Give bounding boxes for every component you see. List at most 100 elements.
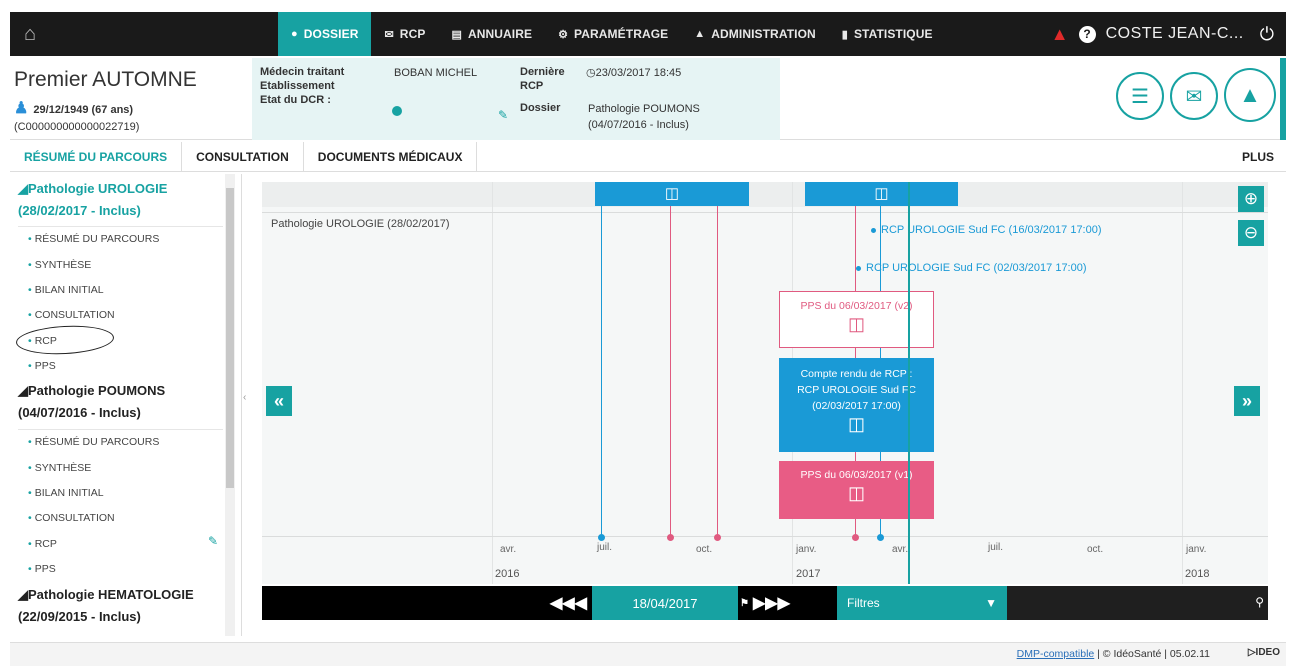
pdf-icon: ◫: [847, 483, 865, 503]
nav-administration[interactable]: ▲ ADMINISTRATION: [681, 12, 829, 56]
patient-id: (C000000000000022719): [14, 121, 140, 133]
nav-label: DOSSIER: [303, 27, 359, 41]
document-bar[interactable]: ◫: [595, 182, 749, 206]
filter-dropdown[interactable]: Filtres ▼: [837, 586, 1007, 620]
axis-year: 2018: [1185, 568, 1210, 580]
group-date: (04/07/2016 - Inclus): [18, 405, 141, 420]
scrollbar-thumb[interactable]: [226, 188, 234, 488]
event-dot[interactable]: [598, 534, 605, 541]
nav-label: PARAMÉTRAGE: [574, 27, 669, 41]
rcp-event[interactable]: RCP UROLOGIE Sud FC (02/03/2017 17:00): [856, 262, 1087, 274]
event-dot[interactable]: [667, 534, 674, 541]
event-dot[interactable]: [852, 534, 859, 541]
sidebar-item-resume[interactable]: • RÉSUMÉ DU PARCOURS: [28, 233, 159, 245]
scroll-left-button[interactable]: «: [266, 386, 292, 416]
card-title: PPS du 06/03/2017 (v1): [800, 469, 913, 481]
hand-drawn-circle: [15, 323, 115, 357]
sidebar-item-pps[interactable]: • PPS: [28, 563, 56, 575]
rcp-event-label: RCP UROLOGIE Sud FC (16/03/2017 17:00): [881, 224, 1102, 236]
pps-v2-card[interactable]: PPS du 06/03/2017 (v2) ◫: [779, 291, 934, 348]
help-icon[interactable]: ?: [1078, 25, 1096, 43]
sidebar-item-pps[interactable]: • PPS: [28, 360, 56, 372]
sidebar-item-consultation[interactable]: • CONSULTATION: [28, 512, 115, 524]
etat-label: Etat du DCR :: [260, 94, 331, 106]
sidebar-item-bilan[interactable]: • BILAN INITIAL: [28, 284, 104, 296]
card-line: Compte rendu de RCP :: [800, 368, 913, 380]
power-icon[interactable]: ⏻: [1260, 24, 1274, 45]
pdf-icon: ◫: [847, 314, 865, 334]
event-dot[interactable]: [877, 534, 884, 541]
document-bar[interactable]: ◫: [805, 182, 958, 206]
ideo-logo: ▷IDEO: [1247, 647, 1280, 658]
axis-year: 2017: [796, 568, 821, 580]
forward-button[interactable]: ⚑ ▶▶▶: [740, 586, 790, 620]
sidebar-item-synthese[interactable]: • SYNTHÈSE: [28, 462, 91, 474]
nav-annuaire[interactable]: ▤ ANNUAIRE: [438, 12, 545, 56]
chat-icon: ✉: [384, 28, 394, 41]
edit-icon[interactable]: ✎: [498, 108, 508, 122]
dmp-link[interactable]: DMP-compatible: [1017, 648, 1095, 660]
event-line: [670, 206, 671, 538]
zoom-in-button[interactable]: ⊕: [1238, 186, 1264, 212]
person-icon: ♟: [14, 100, 29, 117]
patient-header: Premier AUTOMNE ♟ 29/12/1949 (67 ans) (C…: [10, 58, 1286, 140]
event-line: [717, 206, 718, 538]
sidebar-group-urologie[interactable]: ◢Pathologie UROLOGIE (28/02/2017 - Inclu…: [18, 178, 167, 222]
derniere-value: ◷23/03/2017 18:45: [586, 66, 681, 80]
nav-parametrage[interactable]: ⚙ PARAMÉTRAGE: [545, 12, 681, 56]
event-line: [601, 206, 602, 538]
timeline[interactable]: ◫ ◫ Pathologie UROLOGIE (28/02/2017) RCP…: [262, 182, 1268, 584]
search-input[interactable]: ⚲: [1007, 586, 1268, 620]
sidebar-group-hematologie[interactable]: ◢Pathologie HEMATOLOGIE (22/09/2015 - In…: [18, 584, 194, 628]
card-line: (02/03/2017 17:00): [812, 400, 901, 412]
nav-label: ADMINISTRATION: [711, 27, 816, 41]
sidebar-item-consultation[interactable]: • CONSULTATION: [28, 309, 115, 321]
footer: DMP-compatible | © IdéoSanté | 05.02.11 …: [10, 642, 1286, 666]
pps-v1-card[interactable]: PPS du 06/03/2017 (v1) ◫: [779, 461, 934, 519]
tab-consultation[interactable]: CONSULTATION: [182, 141, 304, 172]
alert-icon[interactable]: ▲: [1051, 24, 1069, 45]
sidebar-collapse-handle[interactable]: ‹: [243, 392, 251, 416]
username[interactable]: COSTE JEAN-C...: [1106, 25, 1244, 43]
footer-copyright: | © IdéoSanté | 05.02.11: [1094, 648, 1210, 660]
hospital-button[interactable]: ▲: [1224, 68, 1276, 122]
rcp-event[interactable]: RCP UROLOGIE Sud FC (16/03/2017 17:00): [871, 224, 1102, 236]
dossier-label: Dossier: [520, 102, 561, 114]
card-line: RCP UROLOGIE Sud FC: [797, 384, 916, 396]
axis-year: 2016: [495, 568, 520, 580]
event-dot[interactable]: [714, 534, 721, 541]
axis-month: janv.: [796, 544, 817, 555]
top-bar: ⌂ ● DOSSIER ✉ RCP ▤ ANNUAIRE ⚙ PARAMÉTRA…: [0, 0, 1297, 58]
sidebar-group-poumons[interactable]: ◢Pathologie POUMONS (04/07/2016 - Inclus…: [18, 380, 165, 424]
nav-dossier[interactable]: ● DOSSIER: [278, 12, 372, 56]
nav-rcp[interactable]: ✉ RCP: [371, 12, 438, 56]
zoom-out-button[interactable]: ⊖: [1238, 220, 1264, 246]
group-title: Pathologie HEMATOLOGIE: [28, 587, 194, 602]
sidebar-item-bilan[interactable]: • BILAN INITIAL: [28, 487, 104, 499]
menu-button[interactable]: ☰: [1116, 72, 1164, 120]
tab-documents-medicaux[interactable]: DOCUMENTS MÉDICAUX: [304, 141, 478, 172]
scroll-right-button[interactable]: »: [1234, 386, 1260, 416]
rcp-label: RCP: [520, 80, 544, 92]
date-display[interactable]: 18/04/2017: [592, 586, 738, 620]
pdf-icon: ◫: [664, 185, 680, 202]
tab-plus[interactable]: PLUS: [1228, 142, 1286, 172]
group-title: Pathologie POUMONS: [28, 383, 166, 398]
sidebar-item-synthese[interactable]: • SYNTHÈSE: [28, 259, 91, 271]
tab-resume-parcours[interactable]: RÉSUMÉ DU PARCOURS: [10, 141, 183, 172]
book-icon: ▤: [451, 28, 462, 41]
sidebar-item-rcp[interactable]: • RCP: [28, 538, 57, 550]
sidebar-item-resume[interactable]: • RÉSUMÉ DU PARCOURS: [28, 436, 159, 448]
mail-button[interactable]: ✉: [1170, 72, 1218, 120]
axis-month: avr.: [500, 544, 517, 555]
edit-icon[interactable]: ✎: [208, 534, 218, 548]
search-icon[interactable]: ⚲: [1255, 595, 1264, 609]
main-navbar: ⌂ ● DOSSIER ✉ RCP ▤ ANNUAIRE ⚙ PARAMÉTRA…: [10, 12, 1286, 56]
home-icon[interactable]: ⌂: [10, 12, 50, 56]
rewind-button[interactable]: ◀◀◀: [550, 586, 587, 620]
axis-month: avr.: [892, 544, 909, 555]
nav-statistique[interactable]: ▮ STATISTIQUE: [829, 12, 946, 56]
sidebar-scrollbar[interactable]: [225, 174, 235, 636]
patient-dob: ♟ 29/12/1949 (67 ans): [14, 98, 133, 118]
compte-rendu-card[interactable]: Compte rendu de RCP : RCP UROLOGIE Sud F…: [779, 358, 934, 452]
